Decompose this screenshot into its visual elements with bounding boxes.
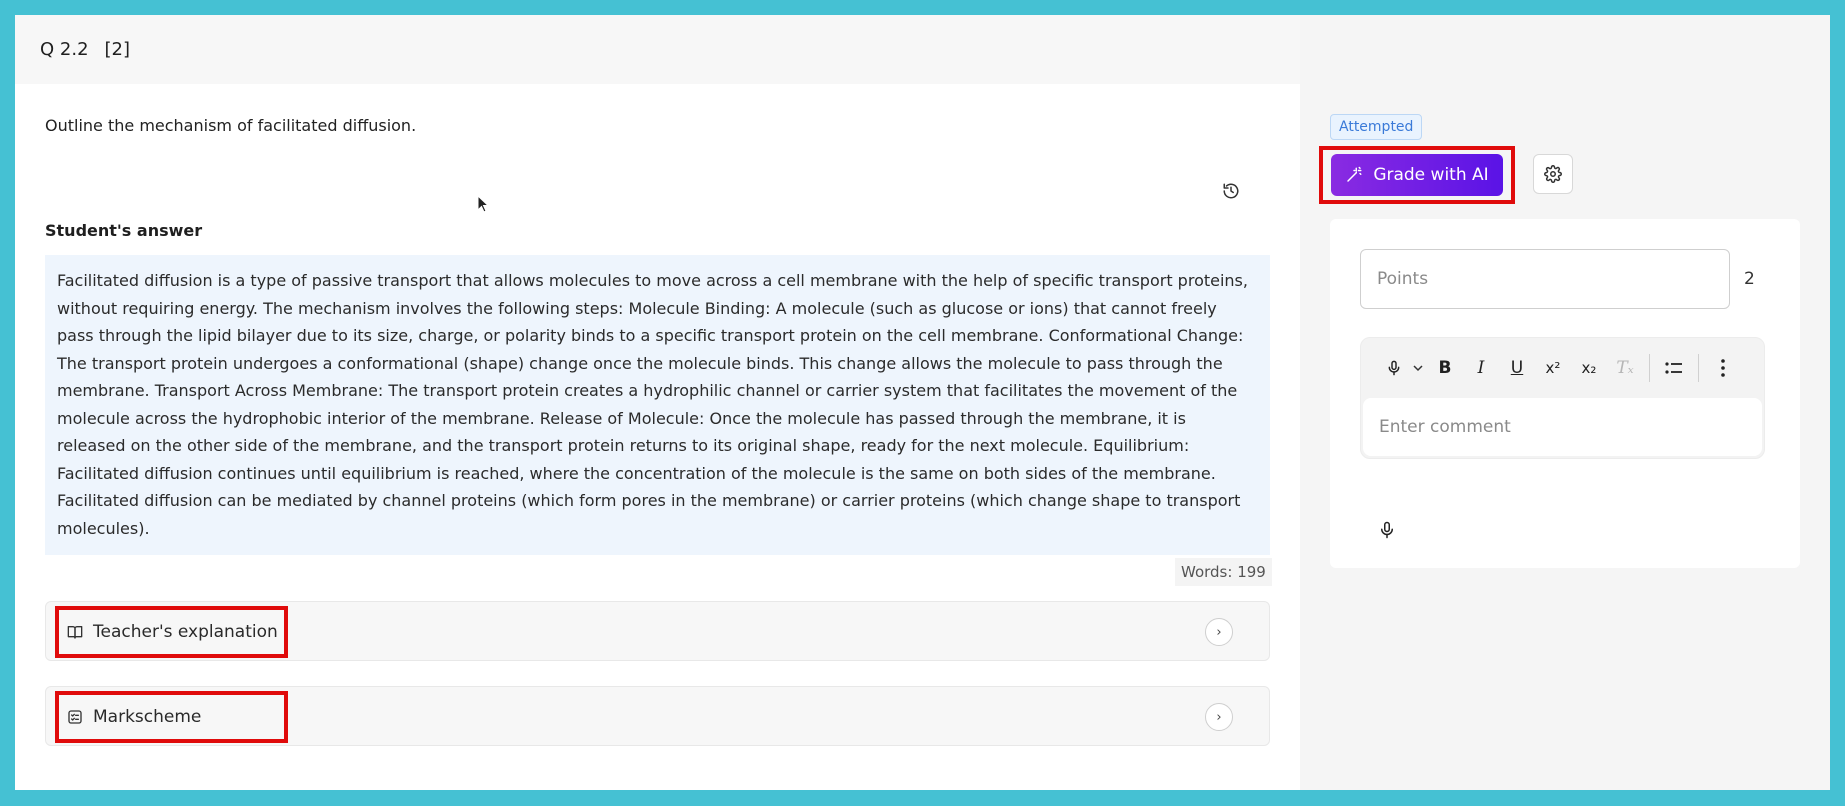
underline-button[interactable]: U xyxy=(1499,350,1535,386)
grading-panel: Attempted Grade with AI 2 xyxy=(1300,15,1830,790)
chevron-right-icon: › xyxy=(1216,709,1222,725)
markscheme-accordion[interactable]: Markscheme › xyxy=(45,686,1270,746)
teacher-explanation-accordion[interactable]: Teacher's explanation › xyxy=(45,601,1270,661)
markscheme-expand-button[interactable]: › xyxy=(1205,703,1233,731)
markscheme-header[interactable]: Markscheme xyxy=(55,691,288,743)
editor-toolbar: B I U x² x₂ Tₓ xyxy=(1361,338,1764,398)
mouse-cursor-icon xyxy=(477,195,489,213)
superscript-button[interactable]: x² xyxy=(1535,350,1571,386)
question-number: Q 2.2 xyxy=(40,39,89,60)
status-badge: Attempted xyxy=(1330,114,1423,140)
toolbar-divider xyxy=(1649,354,1650,382)
teacher-explanation-label: Teacher's explanation xyxy=(93,622,278,642)
open-book-icon xyxy=(67,626,83,639)
question-text: Outline the mechanism of facilitated dif… xyxy=(45,116,417,135)
magic-wand-icon xyxy=(1347,166,1362,182)
gear-icon xyxy=(1544,165,1562,183)
teacher-explanation-header[interactable]: Teacher's explanation xyxy=(55,606,288,658)
chevron-down-icon xyxy=(1413,365,1423,372)
bold-button[interactable]: B xyxy=(1427,350,1463,386)
bullet-list-icon xyxy=(1665,362,1682,374)
grading-form: 2 B I U x² x₂ Tₓ xyxy=(1330,219,1800,568)
history-icon[interactable] xyxy=(1222,182,1240,200)
checklist-icon xyxy=(68,710,82,724)
student-answer-text: Facilitated diffusion is a type of passi… xyxy=(45,255,1270,555)
question-panel: Q 2.2 [2] Outline the mechanism of facil… xyxy=(15,15,1300,790)
subscript-button[interactable]: x₂ xyxy=(1571,350,1607,386)
dictation-button[interactable] xyxy=(1379,350,1409,386)
comment-editor: B I U x² x₂ Tₓ xyxy=(1360,337,1765,459)
more-vertical-icon xyxy=(1721,359,1725,377)
clear-format-button[interactable]: Tₓ xyxy=(1607,350,1643,386)
toolbar-divider xyxy=(1698,354,1699,382)
markscheme-label: Markscheme xyxy=(93,707,202,727)
question-header: Q 2.2 [2] xyxy=(15,15,1300,84)
microphone-icon xyxy=(1388,360,1400,376)
student-answer-heading: Student's answer xyxy=(45,221,203,240)
points-input[interactable] xyxy=(1360,249,1730,309)
dictation-dropdown[interactable] xyxy=(1409,350,1427,386)
italic-button[interactable]: I xyxy=(1463,350,1499,386)
more-options-button[interactable] xyxy=(1705,350,1741,386)
grading-settings-button[interactable] xyxy=(1533,154,1573,194)
comment-input[interactable] xyxy=(1363,398,1762,456)
word-count: Words: 199 xyxy=(1175,558,1272,586)
app-frame: Q 2.2 [2] Outline the mechanism of facil… xyxy=(15,15,1830,790)
teacher-explanation-expand-button[interactable]: › xyxy=(1205,618,1233,646)
points-max: 2 xyxy=(1744,269,1755,289)
question-marks: [2] xyxy=(104,39,131,60)
grade-with-ai-highlight: Grade with AI xyxy=(1319,146,1515,204)
bullet-list-button[interactable] xyxy=(1656,350,1692,386)
grade-with-ai-label: Grade with AI xyxy=(1373,165,1489,185)
grade-with-ai-button[interactable]: Grade with AI xyxy=(1331,154,1503,196)
chevron-right-icon: › xyxy=(1216,624,1222,640)
voice-comment-mic-icon[interactable] xyxy=(1378,519,1396,541)
